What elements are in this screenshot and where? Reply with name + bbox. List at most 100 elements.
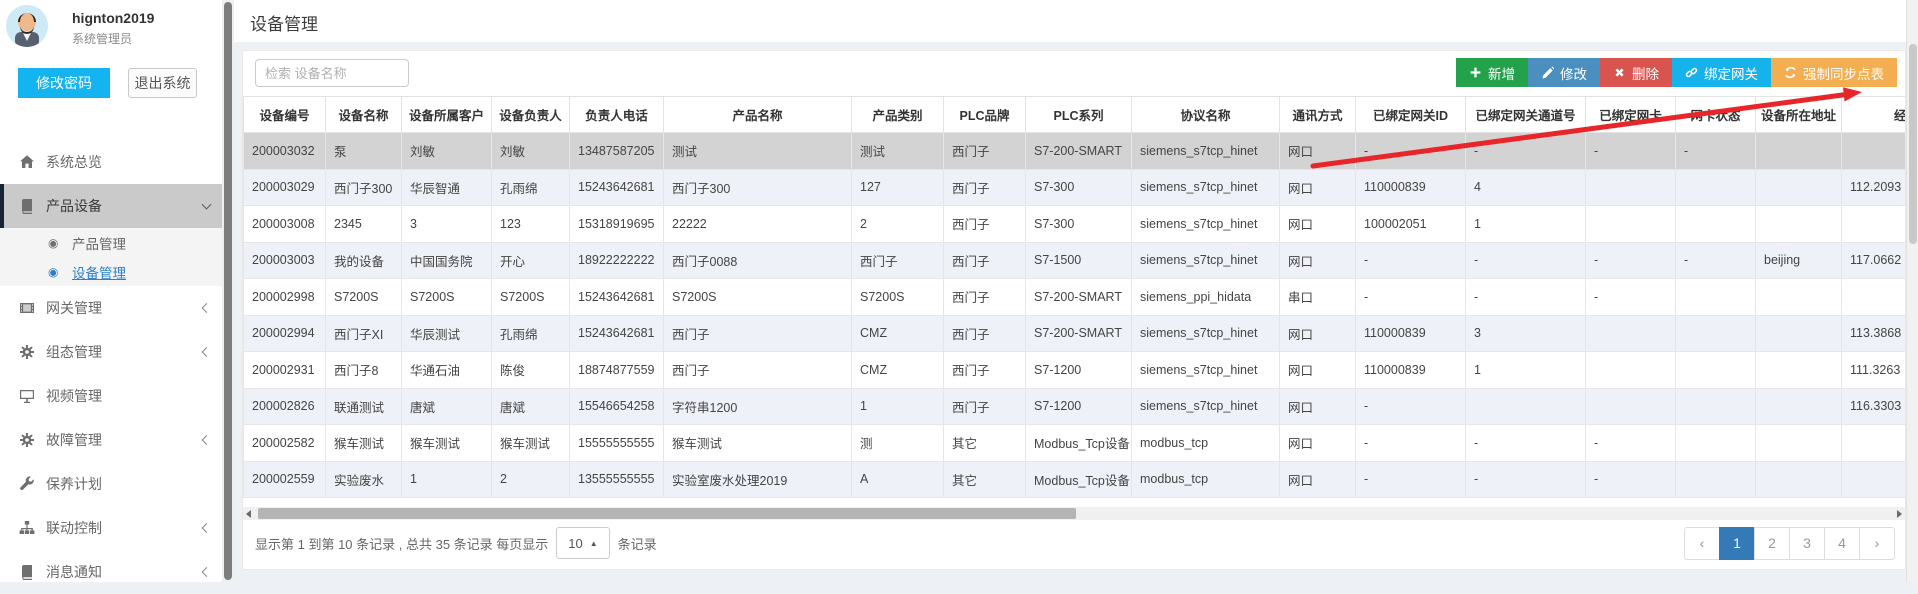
edit-button[interactable]: 修改 xyxy=(1528,58,1600,87)
page-button[interactable]: 2 xyxy=(1754,527,1790,560)
table-cell: 15555555555 xyxy=(570,425,664,462)
add-button[interactable]: 新增 xyxy=(1456,58,1528,87)
table-cell xyxy=(1676,352,1756,389)
table-cell xyxy=(1842,133,1906,170)
sidebar: hignton2019 系统管理员 修改密码 退出系统 系统总览 产品设备 ◉ … xyxy=(0,0,222,582)
x-icon xyxy=(1613,66,1626,79)
table-row[interactable]: 200002582猴车测试猴车测试猴车测试15555555555猴车测试测其它M… xyxy=(244,425,1906,462)
table-header-row: 设备编号设备名称设备所属客户设备负责人负责人电话产品名称产品类别PLC品牌PLC… xyxy=(244,97,1906,133)
change-password-button[interactable]: 修改密码 xyxy=(18,68,110,98)
table-cell: S7200S xyxy=(664,279,852,316)
chevron-left-icon xyxy=(202,567,212,577)
table-cell: 117.0662 xyxy=(1842,242,1906,279)
table-row[interactable]: 200002994西门子XI华辰测试孔雨绵15243642681西门子CMZ西门… xyxy=(244,315,1906,352)
table-cell: siemens_ppi_hidata xyxy=(1132,279,1280,316)
column-header: PLC品牌 xyxy=(944,97,1026,133)
table-cell: 200002931 xyxy=(244,352,326,389)
sidebar-item-fault-management[interactable]: 故障管理 xyxy=(0,418,222,462)
table-cell xyxy=(1842,279,1906,316)
next-page-button[interactable]: › xyxy=(1859,527,1895,560)
home-icon xyxy=(19,154,35,170)
table-cell: S7-1200 xyxy=(1026,388,1132,425)
table-row[interactable]: 200003003我的设备中国国务院开心18922222222西门子0088西门… xyxy=(244,242,1906,279)
column-header: 已绑定网关通道号 xyxy=(1466,97,1586,133)
table-cell: 猴车测试 xyxy=(326,425,402,462)
sidebar-item-device-management[interactable]: ◉ 设备管理 xyxy=(0,257,222,286)
table-row[interactable]: 200003032泵刘敏刘敏13487587205测试测试西门子S7-200-S… xyxy=(244,133,1906,170)
page-button[interactable]: 4 xyxy=(1824,527,1860,560)
table-cell: 华通石油 xyxy=(402,352,492,389)
scrollbar-thumb[interactable] xyxy=(258,508,1076,519)
table-row[interactable]: 200002998S7200SS7200SS7200S15243642681S7… xyxy=(244,279,1906,316)
scrollbar-thumb[interactable] xyxy=(1909,44,1917,244)
chevron-left-icon xyxy=(202,347,212,357)
sidebar-item-linkage-control[interactable]: 联动控制 xyxy=(0,506,222,550)
chevron-left-icon xyxy=(202,303,212,313)
table-cell: - xyxy=(1356,242,1466,279)
table-cell: 西门子 xyxy=(944,352,1026,389)
table-cell: - xyxy=(1466,279,1586,316)
sidebar-item-message-notification[interactable]: 消息通知 xyxy=(0,550,222,594)
sidebar-item-configuration-management[interactable]: 组态管理 xyxy=(0,330,222,374)
sidebar-item-system-overview[interactable]: 系统总览 xyxy=(0,140,222,184)
scrollbar-thumb[interactable] xyxy=(224,2,232,580)
page-vertical-scrollbar[interactable] xyxy=(1906,0,1918,582)
table-cell: 其它 xyxy=(944,461,1026,498)
column-header: 设备负责人 xyxy=(492,97,570,133)
scroll-left-arrow-icon[interactable] xyxy=(246,510,251,518)
dot-circle-icon: ◉ xyxy=(48,265,58,279)
table-cell: - xyxy=(1466,425,1586,462)
sidebar-item-gateway-management[interactable]: 网关管理 xyxy=(0,286,222,330)
bind-gateway-button[interactable]: 绑定网关 xyxy=(1672,58,1771,87)
page-size-dropdown[interactable]: 10 ▲ xyxy=(556,527,609,559)
table-cell: 实验室废水处理2019 xyxy=(664,461,852,498)
table-row[interactable]: 200002931西门子8华通石油陈俊18874877559西门子CMZ西门子S… xyxy=(244,352,1906,389)
table-cell: 西门子300 xyxy=(664,169,852,206)
table-cell: modbus_tcp xyxy=(1132,461,1280,498)
table-cell: - xyxy=(1356,461,1466,498)
table-cell: - xyxy=(1586,461,1676,498)
table-row[interactable]: 200002826联通测试唐斌唐斌15546654258字符串12001西门子S… xyxy=(244,388,1906,425)
table-cell: 200002559 xyxy=(244,461,326,498)
table-cell: 陈俊 xyxy=(492,352,570,389)
page-button[interactable]: 3 xyxy=(1789,527,1825,560)
table-cell: 西门子300 xyxy=(326,169,402,206)
sidebar-item-video-management[interactable]: 视频管理 xyxy=(0,374,222,418)
table-cell xyxy=(1676,388,1756,425)
table-cell: siemens_s7tcp_hinet xyxy=(1132,388,1280,425)
table-row[interactable]: 2000030082345312315318919695222222西门子S7-… xyxy=(244,206,1906,243)
force-sync-point-table-button[interactable]: 强制同步点表 xyxy=(1771,58,1897,87)
table-cell: 西门子XI xyxy=(326,315,402,352)
table-cell: 200003029 xyxy=(244,169,326,206)
pagination-bar: 显示第 1 到第 10 条记录 , 总共 35 条记录 每页显示 10 ▲ 条记… xyxy=(255,523,1895,563)
table-cell: 西门子 xyxy=(944,315,1026,352)
table-cell: S7-200-SMART xyxy=(1026,133,1132,170)
sidebar-item-product-management[interactable]: ◉ 产品管理 xyxy=(0,228,222,257)
prev-page-button[interactable]: ‹ xyxy=(1684,527,1720,560)
sidebar-item-product-device[interactable]: 产品设备 xyxy=(0,184,222,228)
table-row[interactable]: 200003029西门子300华辰智通孔雨绵15243642681西门子3001… xyxy=(244,169,1906,206)
table-cell: 西门子 xyxy=(852,242,944,279)
sidebar-item-maintenance-plan[interactable]: 保养计划 xyxy=(0,462,222,506)
table-cell: S7-300 xyxy=(1026,169,1132,206)
table-cell: 112.2093 xyxy=(1842,169,1906,206)
inner-vertical-scrollbar[interactable] xyxy=(222,0,234,582)
horizontal-scrollbar[interactable] xyxy=(243,507,1905,520)
search-input[interactable] xyxy=(255,59,409,87)
chevron-left-icon xyxy=(202,435,212,445)
table-cell xyxy=(1842,461,1906,498)
table-cell: CMZ xyxy=(852,352,944,389)
delete-button[interactable]: 删除 xyxy=(1600,58,1672,87)
table-cell xyxy=(1756,425,1842,462)
scroll-right-arrow-icon[interactable] xyxy=(1897,510,1902,518)
table-cell: 测 xyxy=(852,425,944,462)
table-cell: 22222 xyxy=(664,206,852,243)
table-row[interactable]: 200002559实验废水1213555555555实验室废水处理2019A其它… xyxy=(244,461,1906,498)
logout-button[interactable]: 退出系统 xyxy=(128,68,197,98)
plus-icon xyxy=(1469,66,1482,79)
column-header: 产品名称 xyxy=(664,97,852,133)
column-header: 经度 xyxy=(1842,97,1906,133)
table-cell: 110000839 xyxy=(1356,315,1466,352)
page-button[interactable]: 1 xyxy=(1719,527,1755,560)
table-cell: 1 xyxy=(852,388,944,425)
